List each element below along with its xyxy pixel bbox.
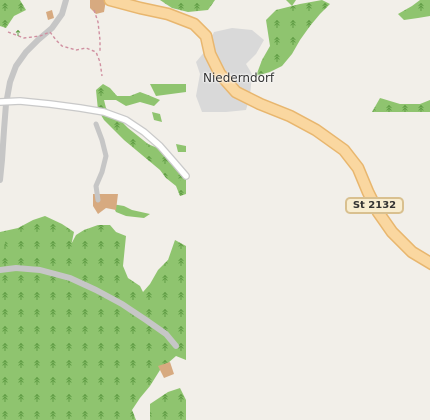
forest-right-edge	[372, 98, 430, 112]
tree-symbol	[15, 29, 21, 36]
map-canvas[interactable]: Niederndorf St 2132	[0, 0, 430, 420]
track-farm-spur	[93, 121, 109, 203]
road-ref-shield: St 2132	[345, 197, 404, 214]
building-small-north	[46, 10, 54, 20]
footpaths	[7, 0, 135, 77]
forest-large-southwest	[0, 216, 186, 420]
building-north	[90, 0, 106, 14]
forest-top-right	[398, 0, 430, 20]
forest-northeast-diagonal	[256, 0, 330, 76]
forest-patch-near-farm	[112, 204, 150, 218]
place-label-niederndorf: Niederndorf	[203, 71, 275, 85]
forest-top-left-corner	[0, 0, 26, 28]
forest-strip-center	[96, 84, 186, 196]
forest-bottom-right-lobe	[150, 388, 186, 420]
track-northwest	[0, 0, 69, 183]
footpath-northeast	[93, 9, 101, 52]
